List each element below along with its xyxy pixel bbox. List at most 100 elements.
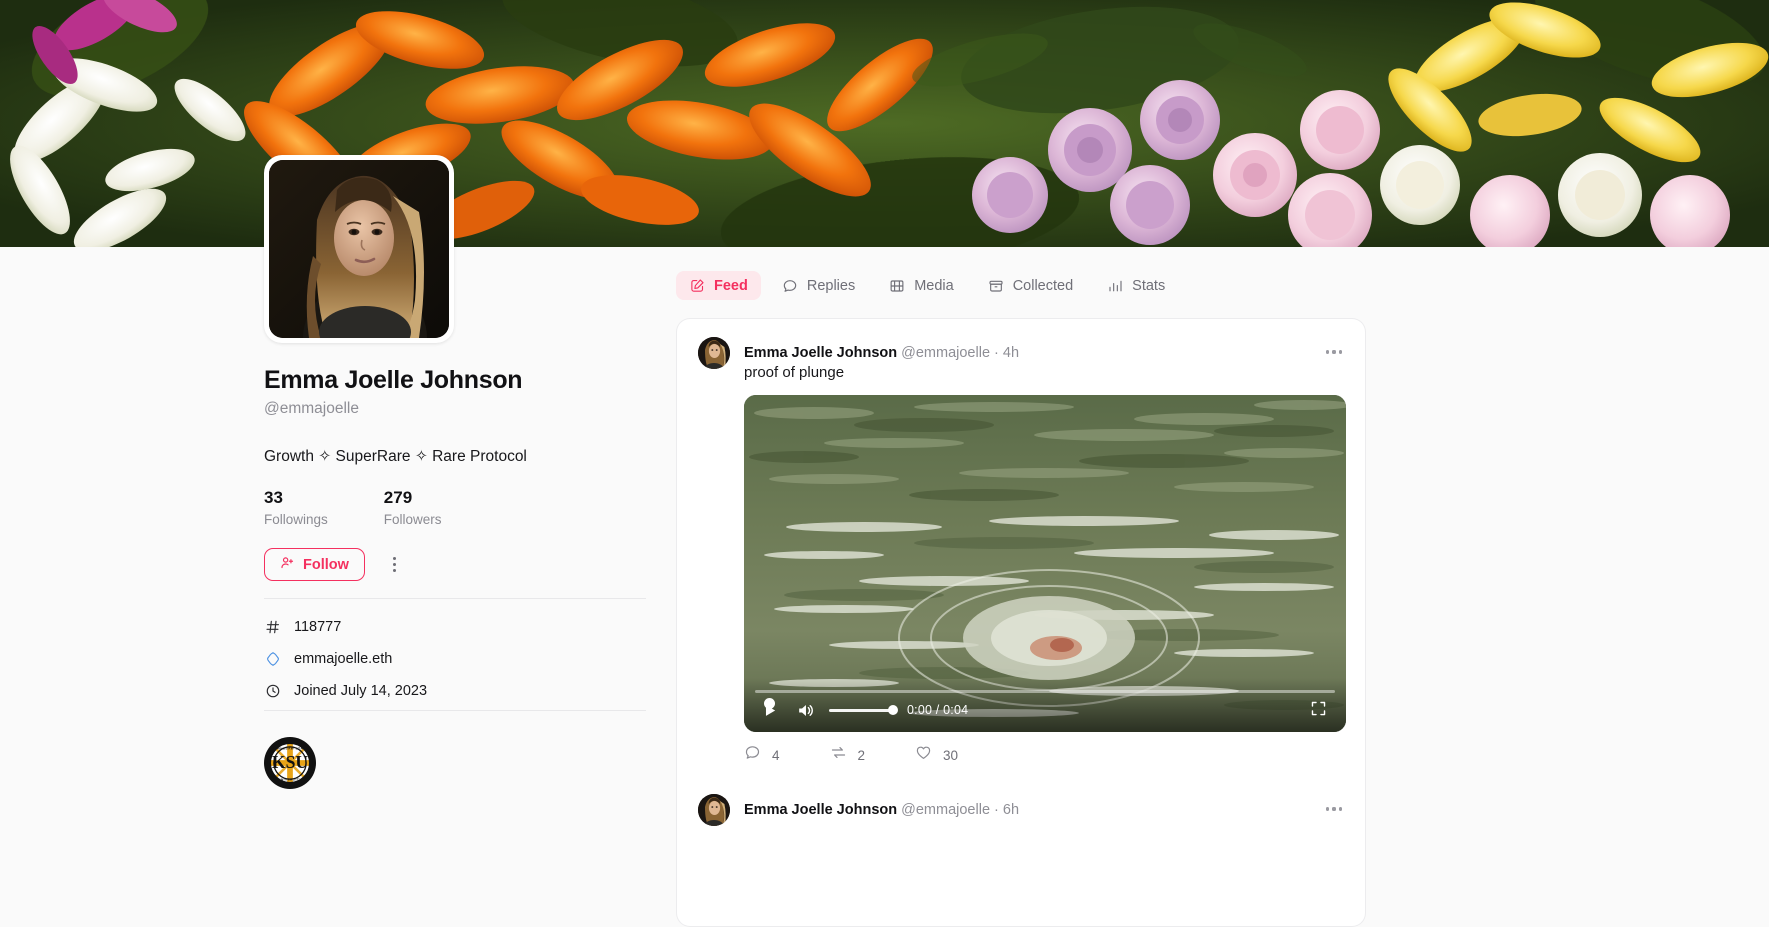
profile-meta: 118777 emmajoelle.eth Joined July 14, 20… <box>264 617 427 701</box>
post-card: Emma Joelle Johnson @emmajoelle · 4h pro… <box>676 318 1366 776</box>
tab-feed[interactable]: Feed <box>676 271 761 300</box>
post-author-line: Emma Joelle Johnson @emmajoelle · 6h <box>744 803 1019 818</box>
tab-media-label: Media <box>914 277 954 294</box>
post-separator: · <box>994 344 999 361</box>
meta-row-joined: Joined July 14, 2023 <box>264 681 427 701</box>
profile-more-button[interactable] <box>385 554 405 576</box>
kebab-dot <box>1332 350 1336 354</box>
archive-box-icon <box>988 278 1004 294</box>
post-author-name[interactable]: Emma Joelle Johnson <box>744 802 897 818</box>
meta-ens-value: emmajoelle.eth <box>294 651 393 667</box>
profile-sidebar: Emma Joelle Johnson @emmajoelle Growth ✧… <box>264 0 664 927</box>
meta-joined-value: Joined July 14, 2023 <box>294 683 428 699</box>
meta-row-ens[interactable]: emmajoelle.eth <box>264 649 427 669</box>
hash-icon <box>264 619 281 636</box>
post-header: Emma Joelle Johnson @emmajoelle · 6h <box>698 794 1019 826</box>
user-plus-icon <box>280 555 295 574</box>
followings-count: 33 <box>264 488 283 507</box>
comment-icon <box>782 278 798 294</box>
post-avatar-image <box>698 794 730 826</box>
profile-bio: Growth ✧ SuperRare ✧ Rare Protocol <box>264 448 527 465</box>
profile-handle: @emmajoelle <box>264 400 359 417</box>
kebab-dot <box>393 563 397 566</box>
post-video-player[interactable]: 0:00 / 0:04 <box>744 395 1346 732</box>
profile-stats: 33 Followings 279 Followers <box>264 488 442 527</box>
divider <box>264 598 646 599</box>
post-text: proof of plunge <box>744 364 845 381</box>
followings-label: Followings <box>264 512 328 527</box>
tab-replies[interactable]: Replies <box>769 271 868 300</box>
kebab-dot <box>1326 350 1330 354</box>
svg-text:UNIVERSITY: UNIVERSITY <box>278 778 302 782</box>
like-action[interactable]: 30 <box>915 744 958 766</box>
svg-text:KENNESAW STATE: KENNESAW STATE <box>272 746 308 750</box>
heart-icon <box>915 744 932 766</box>
avatar-image <box>269 160 449 338</box>
kebab-dot <box>393 569 397 572</box>
follow-button[interactable]: Follow <box>264 548 365 581</box>
tab-collected-label: Collected <box>1012 277 1074 294</box>
profile-avatar[interactable] <box>264 155 454 343</box>
tab-replies-label: Replies <box>806 277 856 294</box>
kebab-dot <box>1332 807 1336 811</box>
video-time-display: 0:00 / 0:04 <box>907 703 969 717</box>
film-icon <box>889 278 905 294</box>
post-card: Emma Joelle Johnson @emmajoelle · 6h <box>676 776 1366 927</box>
comment-action[interactable]: 4 <box>744 744 780 766</box>
volume-high-icon[interactable] <box>793 698 817 722</box>
pencil-square-icon <box>689 278 705 294</box>
post-avatar[interactable] <box>698 794 730 826</box>
ksu-badge-icon[interactable]: KSU KENNESAW STATE UNIVERSITY <box>264 737 316 789</box>
tab-stats-label: Stats <box>1132 277 1166 294</box>
recast-icon <box>830 744 847 766</box>
page-title: Emma Joelle Johnson <box>264 366 523 394</box>
profile-page: Emma Joelle Johnson @emmajoelle Growth ✧… <box>0 0 1769 927</box>
tab-collected[interactable]: Collected <box>975 271 1086 300</box>
post-timestamp: 4h <box>1002 344 1020 361</box>
post-author-line: Emma Joelle Johnson @emmajoelle · 4h <box>744 346 1019 361</box>
fullscreen-icon[interactable] <box>1310 700 1332 722</box>
profile-tabs: Feed Replies Media Collected Stats <box>676 271 1178 300</box>
recast-count: 2 <box>857 747 866 763</box>
follow-button-label: Follow <box>303 556 349 573</box>
recast-action[interactable]: 2 <box>830 744 866 766</box>
post-avatar-image <box>698 337 730 369</box>
tab-feed-label: Feed <box>714 277 748 294</box>
volume-slider-handle[interactable] <box>888 705 898 715</box>
post-timestamp: 6h <box>1002 801 1020 818</box>
bar-chart-icon <box>1107 278 1123 294</box>
followers-label: Followers <box>383 512 442 527</box>
post-more-button[interactable] <box>1323 798 1345 820</box>
kebab-dot <box>1338 350 1342 354</box>
stat-followings[interactable]: 33 Followings <box>264 488 328 527</box>
divider <box>264 710 646 711</box>
video-progress-bar[interactable] <box>755 690 1335 709</box>
post-avatar[interactable] <box>698 337 730 369</box>
kebab-dot <box>393 557 397 560</box>
ksu-badge-image: KSU KENNESAW STATE UNIVERSITY <box>264 737 316 789</box>
tab-stats[interactable]: Stats <box>1094 271 1178 300</box>
post-author-handle: @emmajoelle <box>901 801 991 818</box>
play-icon[interactable] <box>757 698 781 722</box>
kebab-dot <box>1326 807 1330 811</box>
meta-fid-value: 118777 <box>294 619 342 635</box>
volume-slider[interactable] <box>829 705 898 715</box>
comment-icon <box>744 744 761 766</box>
ens-diamond-icon <box>264 651 281 668</box>
tab-media[interactable]: Media <box>876 271 967 300</box>
video-controls-left: 0:00 / 0:04 <box>757 698 968 722</box>
followers-count: 279 <box>383 488 413 507</box>
video-controls: 0:00 / 0:04 <box>744 678 1346 732</box>
profile-actions: Follow <box>264 548 405 581</box>
like-count: 30 <box>943 747 959 763</box>
post-author-name[interactable]: Emma Joelle Johnson <box>744 345 897 361</box>
meta-row-fid: 118777 <box>264 617 427 637</box>
post-separator: · <box>994 801 999 818</box>
kebab-dot <box>1338 807 1342 811</box>
post-engagement-bar: 4 2 30 <box>744 744 958 766</box>
post-author-handle: @emmajoelle <box>901 344 991 361</box>
avatar-portrait <box>269 160 449 338</box>
svg-text:KSU: KSU <box>272 752 309 772</box>
stat-followers[interactable]: 279 Followers <box>384 488 442 527</box>
post-more-button[interactable] <box>1323 341 1345 363</box>
